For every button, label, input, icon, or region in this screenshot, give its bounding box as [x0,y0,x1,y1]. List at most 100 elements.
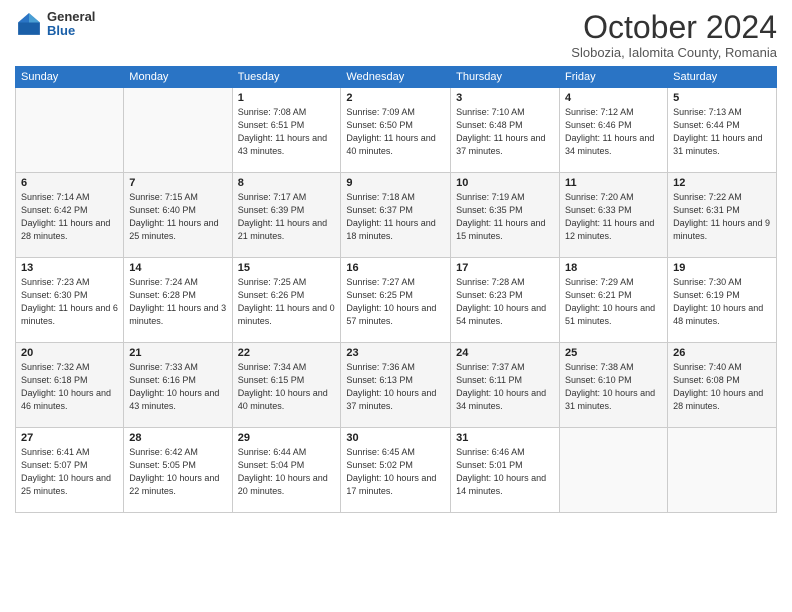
weekday-header-row: SundayMondayTuesdayWednesdayThursdayFrid… [16,67,777,88]
calendar-cell: 27 Sunrise: 6:41 AMSunset: 5:07 PMDayligh… [16,428,124,513]
day-number: 14 [129,262,226,274]
calendar-cell: 12 Sunrise: 7:22 AMSunset: 6:31 PMDayligh… [668,173,777,258]
weekday-header: Thursday [451,67,560,88]
day-number: 7 [129,177,226,189]
calendar-cell: 13Sunrise: 7:23 AMSunset: 6:30 PMDayligh… [16,258,124,343]
day-number: 11 [565,177,662,189]
calendar-cell: 15 Sunrise: 7:25 AMSunset: 6:26 PMDayligh… [232,258,341,343]
title-block: October 2024 Slobozia, Ialomita County, … [571,10,777,60]
day-number: 12 [673,177,771,189]
day-info: Sunrise: 7:17 AMSunset: 6:39 PMDaylight:… [238,191,336,243]
day-number: 2 [346,92,445,104]
calendar-week-row: 20Sunrise: 7:32 AMSunset: 6:18 PMDayligh… [16,343,777,428]
day-number: 13 [21,262,118,274]
day-info: Sunrise: 6:46 AMSunset: 5:01 PMDaylight:… [456,446,554,498]
calendar-cell: 31 Sunrise: 6:46 AMSunset: 5:01 PMDayligh… [451,428,560,513]
day-number: 8 [238,177,336,189]
day-info: Sunrise: 7:18 AMSunset: 6:37 PMDaylight:… [346,191,445,243]
calendar-cell: 24 Sunrise: 7:37 AMSunset: 6:11 PMDayligh… [451,343,560,428]
day-number: 22 [238,347,336,359]
calendar-week-row: 6Sunrise: 7:14 AMSunset: 6:42 PMDaylight… [16,173,777,258]
calendar-cell: 25 Sunrise: 7:38 AMSunset: 6:10 PMDayligh… [560,343,668,428]
day-number: 23 [346,347,445,359]
day-info: Sunrise: 7:15 AMSunset: 6:40 PMDaylight:… [129,191,226,243]
calendar-cell: 30Sunrise: 6:45 AMSunset: 5:02 PMDayligh… [341,428,451,513]
day-number: 26 [673,347,771,359]
day-info: Sunrise: 7:24 AMSunset: 6:28 PMDaylight:… [129,276,226,328]
day-info: Sunrise: 7:33 AMSunset: 6:16 PMDaylight:… [129,361,226,413]
weekday-header: Friday [560,67,668,88]
day-info: Sunrise: 7:29 AMSunset: 6:21 PMDaylight:… [565,276,662,328]
logo-text: General Blue [47,10,95,39]
calendar-cell: 23 Sunrise: 7:36 AMSunset: 6:13 PMDayligh… [341,343,451,428]
day-info: Sunrise: 7:28 AMSunset: 6:23 PMDaylight:… [456,276,554,328]
calendar-cell: 2 Sunrise: 7:09 AMSunset: 6:50 PMDaylight… [341,88,451,173]
day-info: Sunrise: 7:08 AMSunset: 6:51 PMDaylight:… [238,106,336,158]
day-number: 4 [565,92,662,104]
day-info: Sunrise: 6:45 AMSunset: 5:02 PMDaylight:… [346,446,445,498]
weekday-header: Wednesday [341,67,451,88]
day-info: Sunrise: 7:09 AMSunset: 6:50 PMDaylight:… [346,106,445,158]
calendar-cell: 10Sunrise: 7:19 AMSunset: 6:35 PMDayligh… [451,173,560,258]
calendar-cell: 1 Sunrise: 7:08 AMSunset: 6:51 PMDaylight… [232,88,341,173]
header: General Blue October 2024 Slobozia, Ialo… [15,10,777,60]
day-number: 29 [238,432,336,444]
day-info: Sunrise: 7:22 AMSunset: 6:31 PMDaylight:… [673,191,771,243]
calendar-cell: 21 Sunrise: 7:33 AMSunset: 6:16 PMDayligh… [124,343,232,428]
logo-icon [15,10,43,38]
calendar-cell: 26 Sunrise: 7:40 AMSunset: 6:08 PMDayligh… [668,343,777,428]
calendar-cell: 4 Sunrise: 7:12 AMSunset: 6:46 PMDaylight… [560,88,668,173]
day-number: 16 [346,262,445,274]
calendar-cell: 14 Sunrise: 7:24 AMSunset: 6:28 PMDayligh… [124,258,232,343]
calendar-cell: 29 Sunrise: 6:44 AMSunset: 5:04 PMDayligh… [232,428,341,513]
calendar-cell: 22 Sunrise: 7:34 AMSunset: 6:15 PMDayligh… [232,343,341,428]
calendar-cell: 6Sunrise: 7:14 AMSunset: 6:42 PMDaylight… [16,173,124,258]
weekday-header: Tuesday [232,67,341,88]
calendar-cell: 9 Sunrise: 7:18 AMSunset: 6:37 PMDaylight… [341,173,451,258]
day-number: 3 [456,92,554,104]
day-number: 1 [238,92,336,104]
page: General Blue October 2024 Slobozia, Ialo… [0,0,792,612]
day-info: Sunrise: 7:38 AMSunset: 6:10 PMDaylight:… [565,361,662,413]
day-info: Sunrise: 7:36 AMSunset: 6:13 PMDaylight:… [346,361,445,413]
day-info: Sunrise: 7:14 AMSunset: 6:42 PMDaylight:… [21,191,118,243]
day-info: Sunrise: 7:37 AMSunset: 6:11 PMDaylight:… [456,361,554,413]
day-info: Sunrise: 7:25 AMSunset: 6:26 PMDaylight:… [238,276,336,328]
calendar-cell: 19 Sunrise: 7:30 AMSunset: 6:19 PMDayligh… [668,258,777,343]
day-number: 28 [129,432,226,444]
day-number: 19 [673,262,771,274]
logo-blue: Blue [47,24,95,38]
day-number: 9 [346,177,445,189]
day-number: 21 [129,347,226,359]
day-info: Sunrise: 7:12 AMSunset: 6:46 PMDaylight:… [565,106,662,158]
day-info: Sunrise: 6:41 AMSunset: 5:07 PMDaylight:… [21,446,118,498]
day-number: 24 [456,347,554,359]
day-number: 25 [565,347,662,359]
day-info: Sunrise: 7:34 AMSunset: 6:15 PMDaylight:… [238,361,336,413]
logo: General Blue [15,10,95,39]
day-info: Sunrise: 7:30 AMSunset: 6:19 PMDaylight:… [673,276,771,328]
day-info: Sunrise: 7:10 AMSunset: 6:48 PMDaylight:… [456,106,554,158]
day-number: 31 [456,432,554,444]
month-title: October 2024 [571,10,777,45]
day-info: Sunrise: 6:44 AMSunset: 5:04 PMDaylight:… [238,446,336,498]
calendar-week-row: 1 Sunrise: 7:08 AMSunset: 6:51 PMDaylight… [16,88,777,173]
day-number: 17 [456,262,554,274]
calendar-cell: 17 Sunrise: 7:28 AMSunset: 6:23 PMDayligh… [451,258,560,343]
calendar-cell: 28 Sunrise: 6:42 AMSunset: 5:05 PMDayligh… [124,428,232,513]
calendar-cell: 16Sunrise: 7:27 AMSunset: 6:25 PMDayligh… [341,258,451,343]
day-info: Sunrise: 7:20 AMSunset: 6:33 PMDaylight:… [565,191,662,243]
day-number: 18 [565,262,662,274]
calendar-cell [16,88,124,173]
day-info: Sunrise: 7:13 AMSunset: 6:44 PMDaylight:… [673,106,771,158]
day-info: Sunrise: 6:42 AMSunset: 5:05 PMDaylight:… [129,446,226,498]
day-number: 27 [21,432,118,444]
calendar-week-row: 13Sunrise: 7:23 AMSunset: 6:30 PMDayligh… [16,258,777,343]
weekday-header: Sunday [16,67,124,88]
day-info: Sunrise: 7:19 AMSunset: 6:35 PMDaylight:… [456,191,554,243]
calendar-week-row: 27 Sunrise: 6:41 AMSunset: 5:07 PMDayligh… [16,428,777,513]
day-info: Sunrise: 7:40 AMSunset: 6:08 PMDaylight:… [673,361,771,413]
calendar-cell [124,88,232,173]
day-number: 15 [238,262,336,274]
day-number: 5 [673,92,771,104]
